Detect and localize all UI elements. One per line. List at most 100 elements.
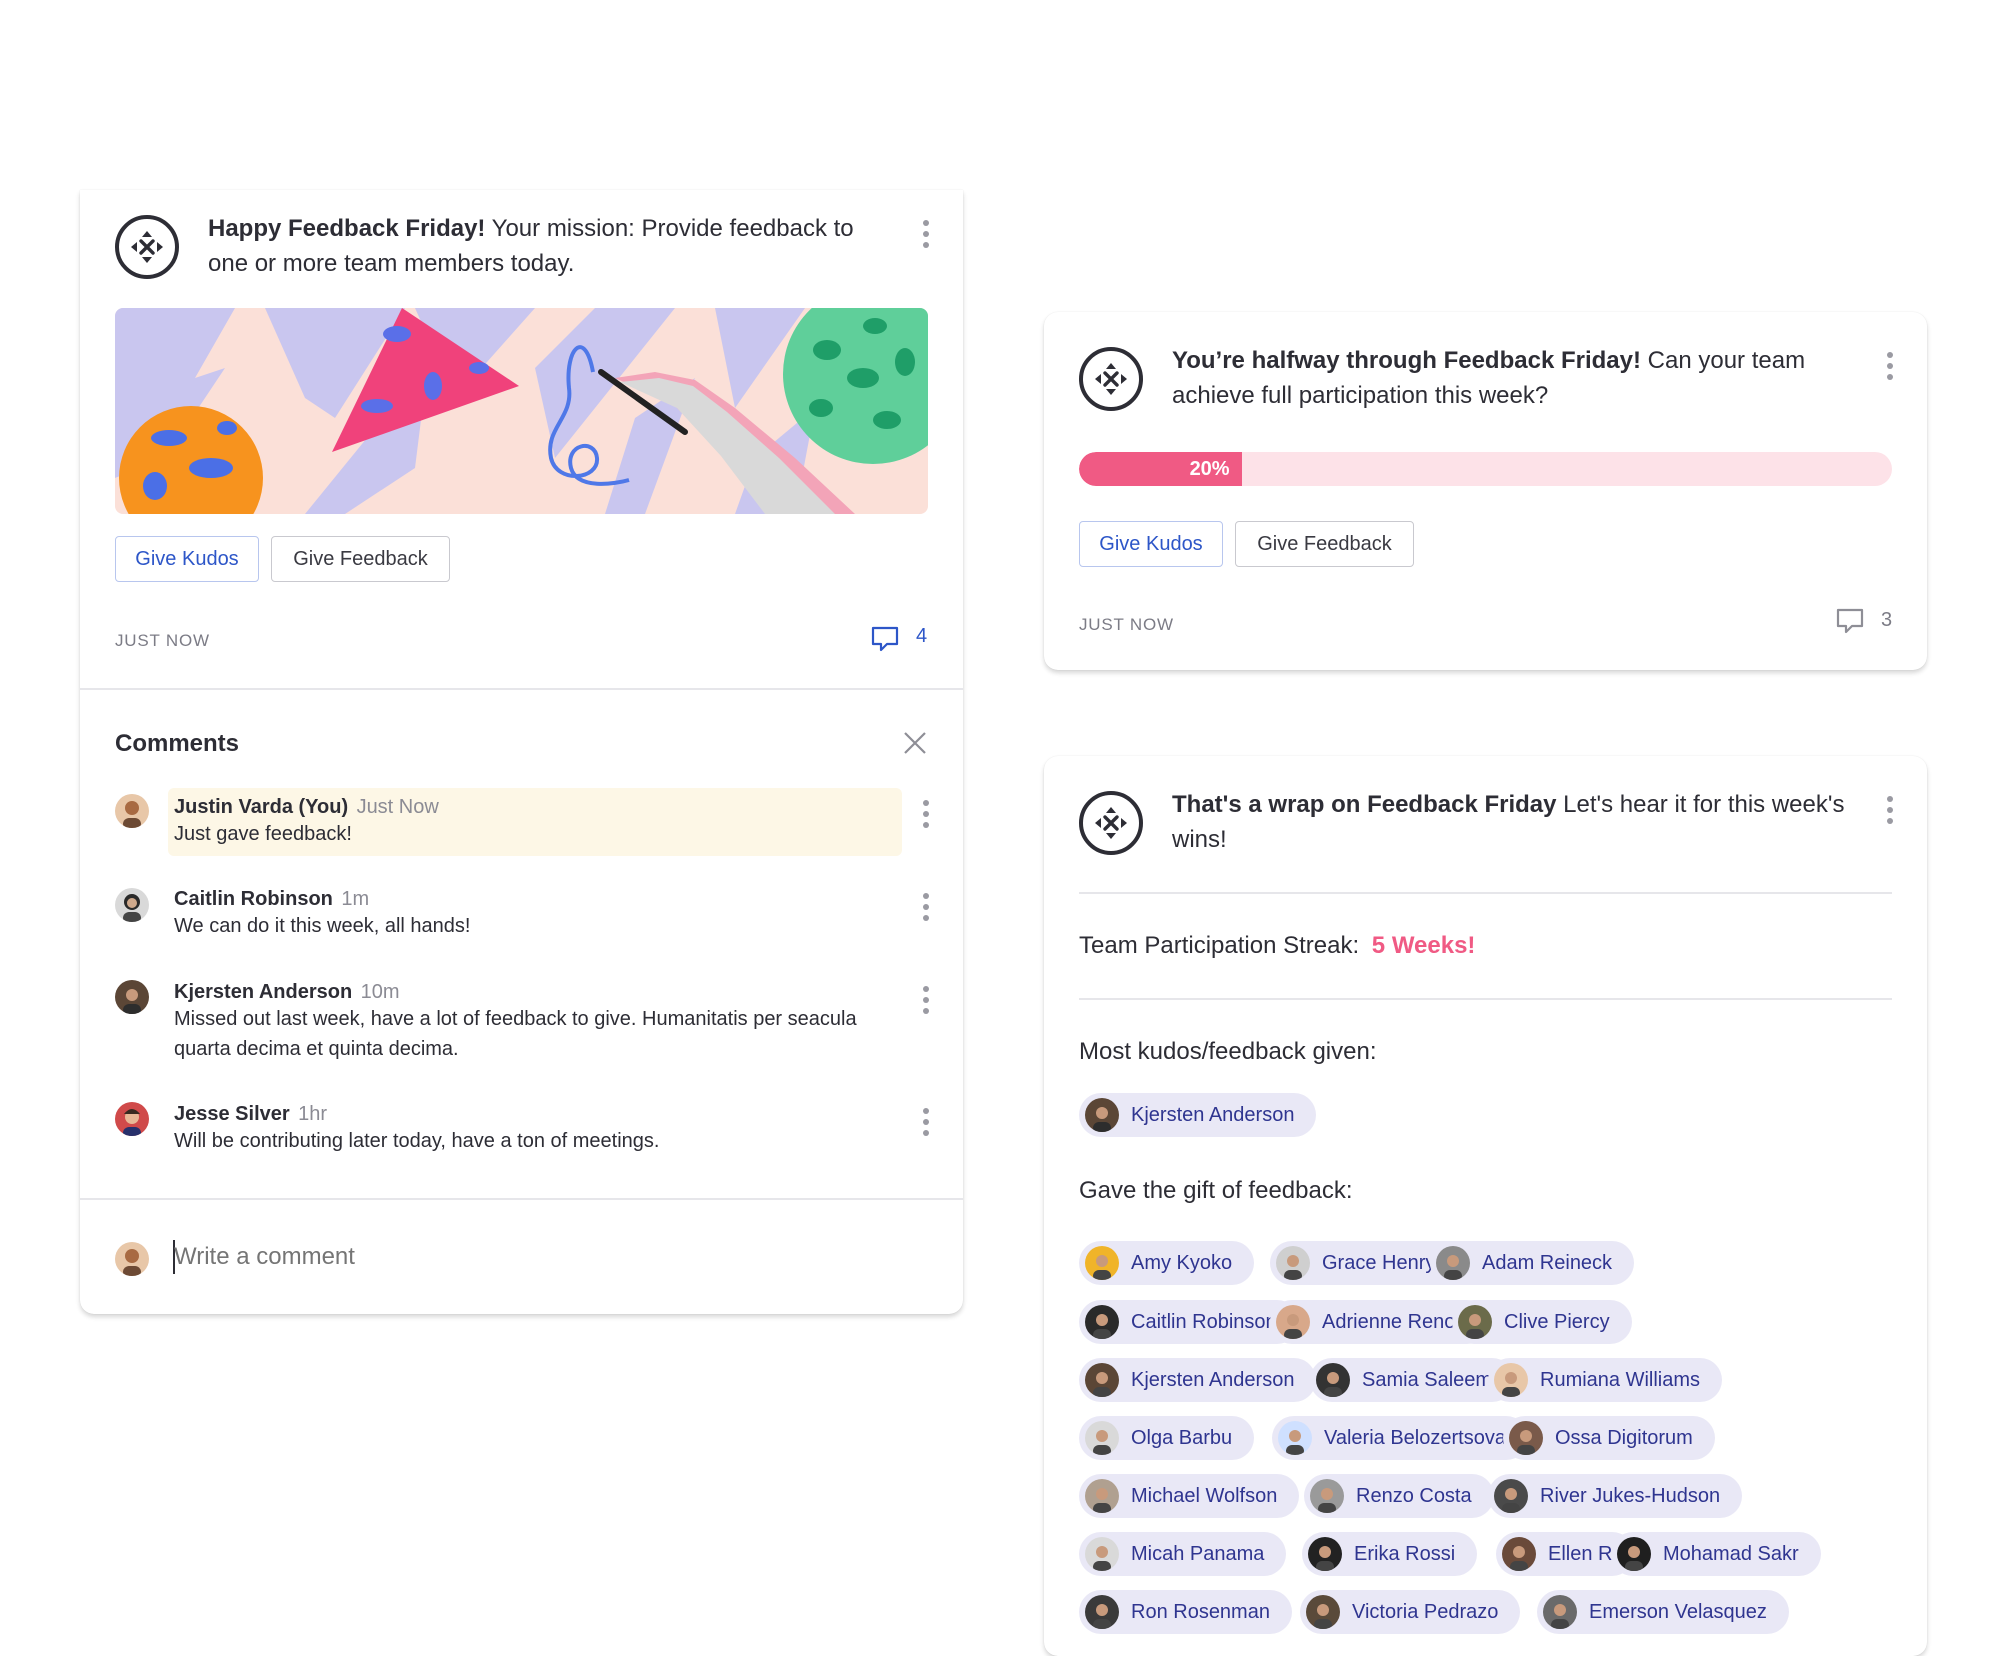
comment-item: Kjersten Anderson 10m Missed out last we… xyxy=(174,981,874,1064)
avatar xyxy=(1085,1305,1119,1339)
progress-label: 20% xyxy=(1189,458,1230,480)
person-name: Victoria Pedrazo xyxy=(1352,1601,1499,1623)
post-timestamp: JUST NOW xyxy=(115,631,210,650)
comment-time: 10m xyxy=(360,981,400,1003)
give-feedback-button[interactable]: Give Feedback xyxy=(271,536,450,582)
person-name: Amy Kyoko xyxy=(1131,1252,1233,1274)
person-name: Clive Piercy xyxy=(1504,1311,1610,1333)
comment-bubble-icon[interactable] xyxy=(1835,606,1865,641)
person-chip[interactable]: Ron Rosenman xyxy=(1079,1590,1292,1634)
person-chip[interactable]: River Jukes-Hudson xyxy=(1488,1474,1743,1518)
kebab-menu-icon[interactable] xyxy=(922,220,930,250)
avatar xyxy=(1085,1595,1119,1629)
person-chip[interactable]: Kjersten Anderson xyxy=(1079,1093,1317,1137)
comment-author: Kjersten Anderson xyxy=(174,981,353,1003)
kebab-menu-icon[interactable] xyxy=(922,1108,930,1138)
person-chip[interactable]: Micah Panama xyxy=(1079,1532,1287,1576)
person-chip[interactable]: Olga Barbu xyxy=(1079,1416,1255,1460)
avatar xyxy=(1308,1537,1342,1571)
person-name: Ossa Digitorum xyxy=(1555,1427,1693,1449)
comment-count[interactable]: 3 xyxy=(1881,609,1892,632)
person-chip[interactable]: Adam Reineck xyxy=(1430,1241,1635,1285)
person-chip[interactable]: Mohamad Sakr xyxy=(1611,1532,1821,1576)
wrap-up-post-card: That's a wrap on Feedback Friday Let's h… xyxy=(1044,756,1927,1656)
feedback-friday-banner-image xyxy=(115,308,928,514)
comment-time: Just Now xyxy=(356,796,439,818)
person-chip[interactable]: Rumiana Williams xyxy=(1488,1358,1723,1402)
person-chip[interactable]: Samia Saleem xyxy=(1310,1358,1515,1402)
app-logo-icon xyxy=(1079,347,1143,411)
person-chip[interactable]: Amy Kyoko xyxy=(1079,1241,1255,1285)
divider xyxy=(1079,892,1892,894)
person-chip[interactable]: Clive Piercy xyxy=(1452,1300,1632,1344)
streak-value: 5 Weeks! xyxy=(1371,932,1476,959)
avatar xyxy=(1278,1421,1312,1455)
post-timestamp: JUST NOW xyxy=(1079,615,1174,634)
person-name: Samia Saleem xyxy=(1362,1369,1493,1391)
give-kudos-button[interactable]: Give Kudos xyxy=(1079,521,1223,567)
person-name: Adam Reineck xyxy=(1482,1252,1613,1274)
person-chip[interactable]: Emerson Velasquez xyxy=(1537,1590,1789,1634)
avatar xyxy=(1310,1479,1344,1513)
avatar xyxy=(115,888,149,922)
person-chip[interactable]: Renzo Costa xyxy=(1304,1474,1494,1518)
halfway-post-card: You’re halfway through Feedback Friday! … xyxy=(1044,312,1927,670)
app-logo-icon xyxy=(1079,791,1143,855)
kebab-menu-icon[interactable] xyxy=(1886,352,1894,382)
person-chip[interactable]: Victoria Pedrazo xyxy=(1300,1590,1521,1634)
comment-text: We can do it this week, all hands! xyxy=(174,915,471,937)
person-name: Adrienne Renoir xyxy=(1322,1311,1467,1333)
divider xyxy=(80,688,963,690)
person-name: Mohamad Sakr xyxy=(1663,1543,1799,1565)
avatar xyxy=(1085,1363,1119,1397)
avatar xyxy=(1306,1595,1340,1629)
comment-bubble-icon[interactable] xyxy=(870,624,900,659)
comment-item: Jesse Silver 1hr Will be contributing la… xyxy=(174,1103,659,1156)
progress-fill: 20% xyxy=(1079,452,1242,486)
person-name: Kjersten Anderson xyxy=(1131,1104,1295,1126)
comment-text: Just gave feedback! xyxy=(174,823,352,845)
person-name: Michael Wolfson xyxy=(1131,1485,1278,1507)
person-name: Erika Rossi xyxy=(1354,1543,1456,1565)
kebab-menu-icon[interactable] xyxy=(922,893,930,923)
avatar xyxy=(1494,1479,1528,1513)
avatar xyxy=(1502,1537,1536,1571)
avatar xyxy=(1085,1246,1119,1280)
close-icon[interactable] xyxy=(902,730,928,761)
give-kudos-button[interactable]: Give Kudos xyxy=(115,536,259,582)
participation-progress-bar: 20% xyxy=(1079,452,1892,486)
avatar xyxy=(1494,1363,1528,1397)
avatar xyxy=(1085,1537,1119,1571)
avatar xyxy=(1436,1246,1470,1280)
person-name: Micah Panama xyxy=(1131,1543,1265,1565)
avatar xyxy=(115,794,149,828)
comment-item: Justin Varda (You) Just Now Just gave fe… xyxy=(174,796,439,849)
person-name: Olga Barbu xyxy=(1131,1427,1233,1449)
kebab-menu-icon[interactable] xyxy=(922,986,930,1016)
person-name: Rumiana Williams xyxy=(1540,1369,1701,1391)
comment-input[interactable] xyxy=(174,1238,874,1276)
person-name: Valeria Belozertsova xyxy=(1324,1427,1506,1449)
kebab-menu-icon[interactable] xyxy=(1886,796,1894,826)
person-chip[interactable]: Michael Wolfson xyxy=(1079,1474,1300,1518)
post-message: You’re halfway through Feedback Friday! … xyxy=(1172,347,1806,409)
person-name: Ellen R xyxy=(1548,1543,1613,1565)
person-chip[interactable]: Erika Rossi xyxy=(1302,1532,1478,1576)
kebab-menu-icon[interactable] xyxy=(922,800,930,830)
comments-heading: Comments xyxy=(115,730,240,757)
person-name: River Jukes-Hudson xyxy=(1540,1485,1721,1507)
comment-author: Justin Varda (You) xyxy=(174,796,349,818)
person-chip[interactable]: Ossa Digitorum xyxy=(1503,1416,1715,1460)
person-chip[interactable]: Kjersten Anderson xyxy=(1079,1358,1317,1402)
avatar xyxy=(1509,1421,1543,1455)
comment-author: Caitlin Robinson xyxy=(174,888,333,910)
avatar xyxy=(115,1102,149,1136)
person-name: Kjersten Anderson xyxy=(1131,1369,1295,1391)
person-name: Renzo Costa xyxy=(1356,1485,1472,1507)
post-message: That's a wrap on Feedback Friday Let's h… xyxy=(1172,791,1845,853)
comment-count[interactable]: 4 xyxy=(916,625,927,648)
give-feedback-button[interactable]: Give Feedback xyxy=(1235,521,1414,567)
person-chip[interactable]: Valeria Belozertsova xyxy=(1272,1416,1528,1460)
person-chip[interactable]: Caitlin Robinson xyxy=(1079,1300,1299,1344)
comment-author: Jesse Silver xyxy=(174,1103,290,1125)
